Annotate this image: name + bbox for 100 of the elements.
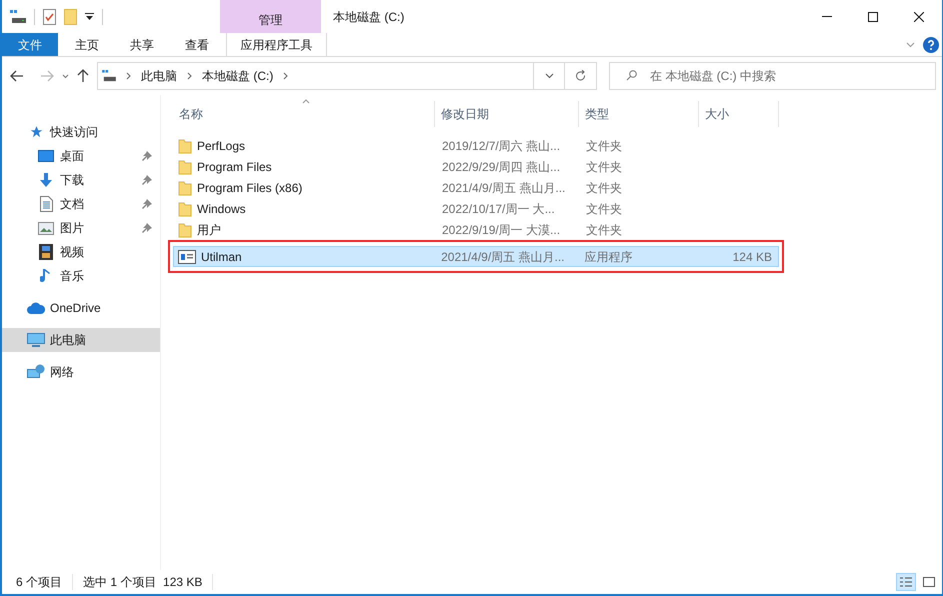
address-bar[interactable]: 此电脑 本地磁盘 (C:): [97, 62, 534, 90]
pin-icon[interactable]: [142, 198, 152, 210]
refresh-button[interactable]: [565, 62, 597, 90]
navigation-item[interactable]: 文档: [2, 192, 160, 216]
breadcrumb-item[interactable]: 本地磁盘 (C:): [202, 67, 274, 85]
maximize-icon: [868, 12, 878, 22]
network-icon: [27, 364, 45, 380]
ribbon-tab[interactable]: 查看: [171, 33, 223, 56]
table-cell-text: 应用程序: [584, 248, 634, 266]
navigation-label: 音乐: [60, 268, 85, 285]
navigation-label: 快速访问: [50, 124, 99, 141]
music-note-icon: [40, 268, 52, 284]
file-name: Windows: [197, 200, 246, 218]
table-cell-text: 2022/10/17/周一 大...: [441, 200, 556, 218]
ribbon-tab[interactable]: 共享: [116, 33, 168, 56]
table-cell-text: 2021/4/9/周五 燕山月...: [440, 248, 566, 266]
file-name: Program Files (x86): [197, 180, 302, 196]
file-name: Utilman: [201, 248, 242, 266]
image-icon: [38, 222, 54, 234]
pin-icon[interactable]: [142, 174, 152, 186]
table-cell-text: 2021/4/9/周五 燕山月...: [441, 180, 566, 196]
minimize-icon: [822, 16, 832, 17]
back-arrow-icon[interactable]: [10, 70, 24, 82]
navigation-label: OneDrive: [50, 300, 102, 317]
navigation-item[interactable]: 网络: [2, 360, 160, 384]
file-row[interactable]: Windows 2022/10/17/周一 大... 文件夹: [173, 198, 781, 219]
file-row[interactable]: Program Files (x86) 2021/4/9/周五 燕山月... 文件夹: [173, 177, 781, 198]
cloud-icon: [27, 302, 45, 314]
document-icon: [40, 196, 52, 212]
context-tab-group: 管理: [220, 0, 321, 33]
details-view-icon: [900, 577, 912, 587]
file-row[interactable]: PerfLogs 2019/12/7/周六 燕山... 文件夹: [173, 135, 781, 156]
table-cell-text: 124 KB: [732, 248, 772, 266]
navigation-item[interactable]: OneDrive: [2, 296, 160, 320]
star-icon: [28, 125, 44, 139]
pin-icon[interactable]: [142, 150, 152, 162]
table-cell-text: 文件夹: [585, 222, 623, 238]
item-count: 6 个项目: [16, 574, 62, 591]
sort-ascending-icon: [302, 99, 310, 104]
file-name: PerfLogs: [197, 138, 246, 154]
column-header[interactable]: 修改日期: [435, 101, 579, 127]
navigation-label: 桌面: [60, 148, 85, 165]
table-cell-text: 2022/9/19/周一 大漠...: [441, 222, 562, 238]
dropdown-icon[interactable]: [85, 12, 94, 20]
table-cell-text: 文件夹: [585, 200, 623, 218]
navigation-label: 图片: [60, 220, 85, 237]
navigation-item[interactable]: 视频: [2, 240, 160, 264]
navigation-item[interactable]: 下载: [2, 168, 160, 192]
computer-icon: [27, 332, 45, 348]
chevron-down-icon: [544, 73, 554, 79]
navigation-label: 此电脑: [50, 332, 87, 349]
navigation-label: 网络: [50, 364, 75, 381]
folder-icon: [178, 180, 192, 196]
navigation-item[interactable]: 此电脑: [2, 328, 160, 352]
file-row[interactable]: Program Files 2022/9/29/周四 燕山... 文件夹: [173, 156, 781, 177]
chevron-right-icon[interactable]: [283, 72, 288, 80]
folder-icon: [178, 138, 192, 154]
navigation-label: 下载: [60, 172, 85, 189]
navigation-item[interactable]: 桌面: [2, 144, 160, 168]
search-icon: [626, 70, 637, 81]
desktop-icon: [38, 150, 54, 162]
chevron-right-icon[interactable]: [126, 72, 131, 80]
ribbon-tab[interactable]: 应用程序工具: [226, 33, 327, 56]
ribbon-tab[interactable]: 主页: [61, 33, 113, 56]
file-name: Program Files: [197, 158, 272, 176]
file-row[interactable]: Utilman 2021/4/9/周五 燕山月... 应用程序 124 KB: [173, 246, 779, 267]
selection-info: 选中 1 个项目 123 KB: [83, 574, 202, 591]
folder-icon: [178, 200, 192, 216]
drive-icon[interactable]: [10, 10, 26, 24]
navigation-item[interactable]: 音乐: [2, 264, 160, 288]
navigation-label: 视频: [60, 244, 85, 261]
details-view-button[interactable]: [896, 573, 916, 591]
close-icon: [914, 12, 924, 22]
folder-icon: [178, 158, 192, 174]
properties-icon[interactable]: [43, 8, 56, 24]
pin-icon[interactable]: [142, 222, 152, 234]
file-name: 用户: [197, 222, 221, 238]
ribbon-tab[interactable]: 文件: [2, 33, 58, 56]
application-icon: [178, 250, 196, 264]
navigation-item[interactable]: 图片: [2, 216, 160, 240]
chevron-right-icon[interactable]: [187, 72, 192, 80]
chevron-down-icon[interactable]: [906, 42, 915, 48]
search-field[interactable]: 在 本地磁盘 (C:) 中搜索: [609, 62, 936, 90]
drive-icon: [102, 70, 116, 82]
column-header[interactable]: 大小: [699, 101, 779, 127]
breadcrumb-item[interactable]: 此电脑: [141, 67, 177, 85]
table-cell-text: 文件夹: [585, 158, 623, 176]
window-title: 本地磁盘 (C:): [332, 9, 406, 26]
column-header[interactable]: 类型: [579, 101, 699, 127]
table-cell-text: 文件夹: [585, 180, 623, 196]
file-row[interactable]: 用户 2022/9/19/周一 大漠... 文件夹: [173, 219, 781, 240]
up-arrow-icon[interactable]: [77, 69, 89, 83]
recent-locations-caret-icon[interactable]: [62, 74, 69, 78]
navigation-label: 文档: [60, 196, 85, 213]
folder-icon: [178, 222, 192, 238]
navigation-item[interactable]: 快速访问: [2, 120, 160, 144]
film-icon: [39, 244, 53, 260]
help-icon[interactable]: [923, 36, 939, 52]
column-header[interactable]: 名称: [173, 101, 435, 127]
table-cell-text: 2019/12/7/周六 燕山...: [441, 138, 562, 154]
